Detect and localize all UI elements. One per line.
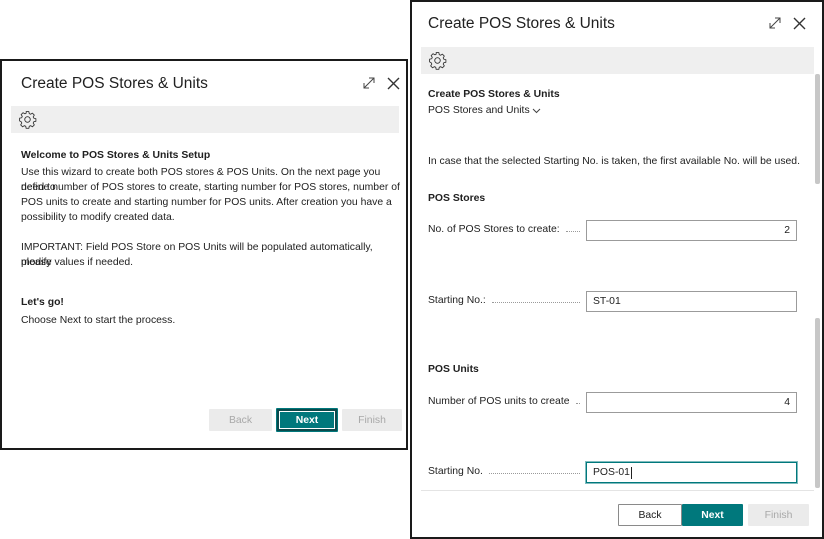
gear-icon[interactable] <box>428 51 447 70</box>
leader-dots <box>565 231 580 232</box>
units-start-input[interactable]: POS-01 <box>586 462 797 483</box>
intro-line: possibility to modify created data. <box>21 212 175 223</box>
intro-line: define number of POS stores to create, s… <box>21 182 400 193</box>
leader-dots <box>491 302 580 303</box>
stores-count-label: No. of POS Stores to create: <box>428 224 580 235</box>
breadcrumb-label: POS Stores and Units <box>428 105 530 116</box>
window-controls <box>768 16 806 30</box>
lets-go-text: Choose Next to start the process. <box>21 315 176 326</box>
stores-start-label: Starting No.: <box>428 295 580 306</box>
next-button[interactable]: Next <box>682 504 743 526</box>
wizard-dialog-setup: Create POS Stores & Units Create POS Sto… <box>410 0 824 539</box>
important-line: modify values if needed. <box>21 257 134 268</box>
expand-icon[interactable] <box>362 76 376 90</box>
units-count-input[interactable]: 4 <box>586 392 797 413</box>
leader-dots <box>575 403 580 404</box>
stores-count-input[interactable]: 2 <box>586 220 797 241</box>
leader-dots <box>488 473 580 474</box>
close-icon[interactable] <box>792 16 806 30</box>
finish-button[interactable]: Finish <box>748 504 809 526</box>
units-count-label: Number of POS units to create <box>428 396 580 407</box>
actions-bar <box>11 106 399 133</box>
welcome-heading: Welcome to POS Stores & Units Setup <box>21 150 211 161</box>
close-icon[interactable] <box>386 76 400 90</box>
field-caption: Starting No.: <box>428 295 486 306</box>
field-caption: Starting No. <box>428 466 483 477</box>
intro-line: POS units to create and starting number … <box>21 197 392 208</box>
page-caption: Create POS Stores & Units <box>428 89 560 100</box>
dialog-title: Create POS Stores & Units <box>428 15 615 32</box>
info-text: In case that the selected Starting No. i… <box>428 156 800 167</box>
actions-bar <box>421 47 814 74</box>
wizard-dialog-welcome: Create POS Stores & Units Welcome to POS… <box>0 59 408 450</box>
lets-go-heading: Let's go! <box>21 297 64 308</box>
back-button[interactable]: Back <box>209 409 272 431</box>
scrollbar-thumb[interactable] <box>815 74 820 184</box>
scrollbar-thumb[interactable] <box>815 318 820 488</box>
expand-icon[interactable] <box>768 16 782 30</box>
back-button[interactable]: Back <box>618 504 682 526</box>
section-heading-pos-stores: POS Stores <box>428 193 486 204</box>
field-caption: Number of POS units to create <box>428 396 570 407</box>
units-start-label: Starting No. <box>428 466 580 477</box>
stores-start-input[interactable]: ST-01 <box>586 291 797 312</box>
window-controls <box>362 76 400 90</box>
dialog-title: Create POS Stores & Units <box>21 75 208 92</box>
breadcrumb[interactable]: POS Stores and Units <box>428 103 541 118</box>
input-value: POS-01 <box>593 467 630 478</box>
section-heading-pos-units: POS Units <box>428 364 479 375</box>
next-button[interactable]: Next <box>276 408 338 432</box>
field-caption: No. of POS Stores to create: <box>428 224 560 235</box>
gear-icon[interactable] <box>18 110 37 129</box>
footer-divider <box>421 490 814 491</box>
finish-button[interactable]: Finish <box>342 409 402 431</box>
text-caret <box>630 466 632 479</box>
chevron-down-icon <box>532 108 541 114</box>
